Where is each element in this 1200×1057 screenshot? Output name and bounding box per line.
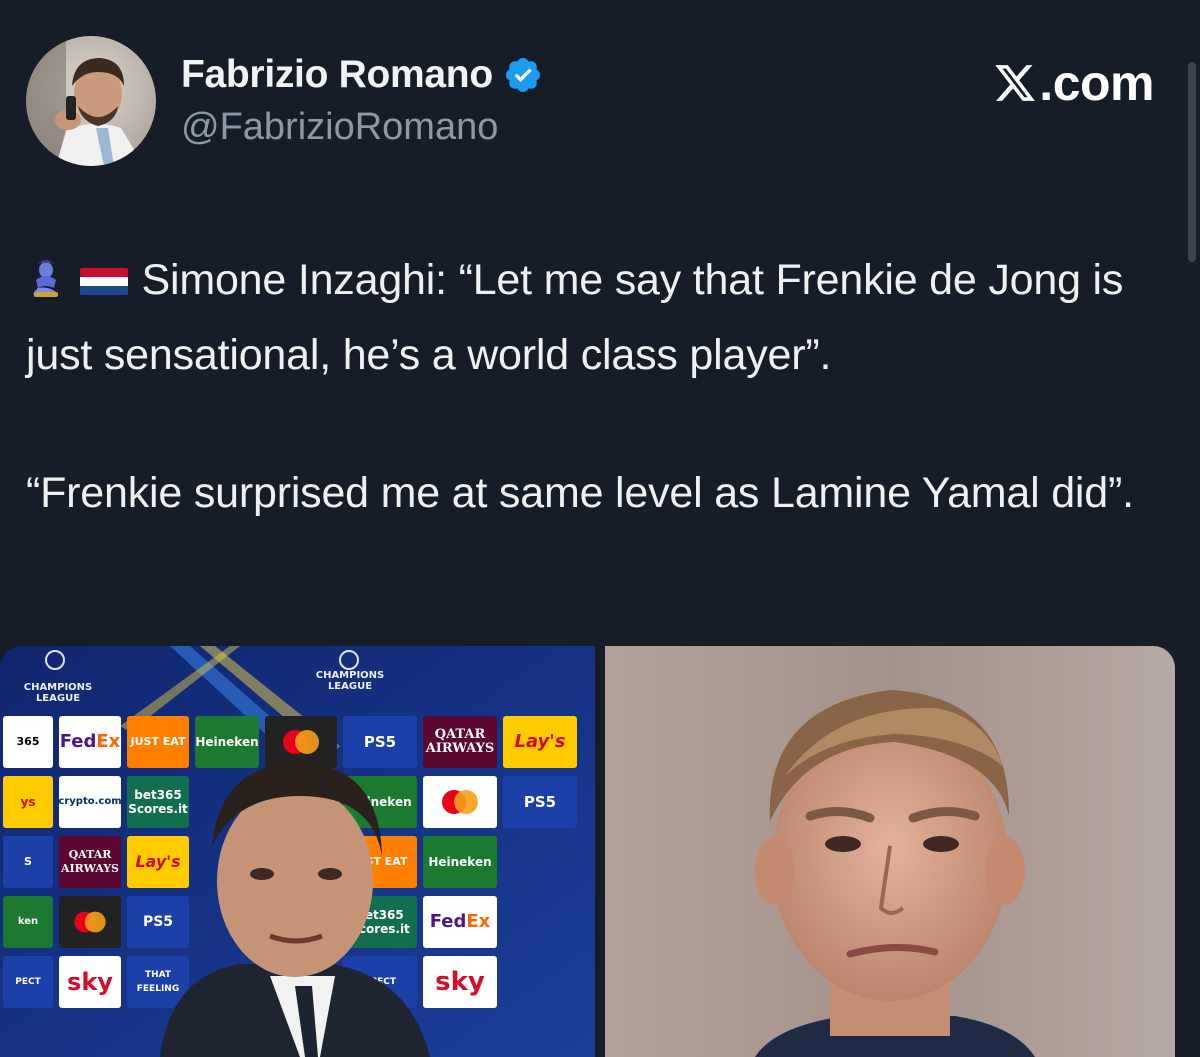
avatar-photo — [26, 36, 156, 166]
brand-domain-suffix: .com — [1039, 55, 1154, 111]
tweet-paragraph-1: Simone Inzaghi: “Let me say that Frenkie… — [26, 246, 1176, 390]
player-portrait-photo — [605, 646, 1175, 1057]
author-display-name[interactable]: Fabrizio Romano — [181, 53, 493, 97]
tweet-paragraph-2: “Frenkie surprised me at same level as L… — [26, 469, 1134, 517]
verified-badge-icon — [505, 57, 540, 93]
tweet-paragraph-1-text: Simone Inzaghi: “Let me say that Frenkie… — [26, 256, 1124, 379]
author-avatar[interactable] — [26, 36, 156, 166]
genie-emoji-icon — [26, 252, 66, 321]
x-logo-icon — [995, 65, 1036, 101]
tweet-body: Simone Inzaghi: “Let me say that Frenkie… — [26, 246, 1176, 528]
author-handle[interactable]: @FabrizioRomano — [181, 106, 498, 149]
x-com-brand: .com — [993, 54, 1154, 112]
coach-figure — [160, 762, 430, 1057]
media-image-right[interactable] — [605, 646, 1175, 1057]
media-image-left[interactable]: CHAMPIONS LEAGUE CHAMPIONS LEAGUE 365 Fe… — [0, 646, 595, 1057]
tweet-screenshot: Fabrizio Romano @FabrizioRomano .com Sim… — [0, 0, 1200, 1057]
scrollbar[interactable] — [1188, 62, 1196, 262]
netherlands-flag-emoji-icon — [78, 252, 130, 321]
author-name-row: Fabrizio Romano — [181, 50, 543, 100]
